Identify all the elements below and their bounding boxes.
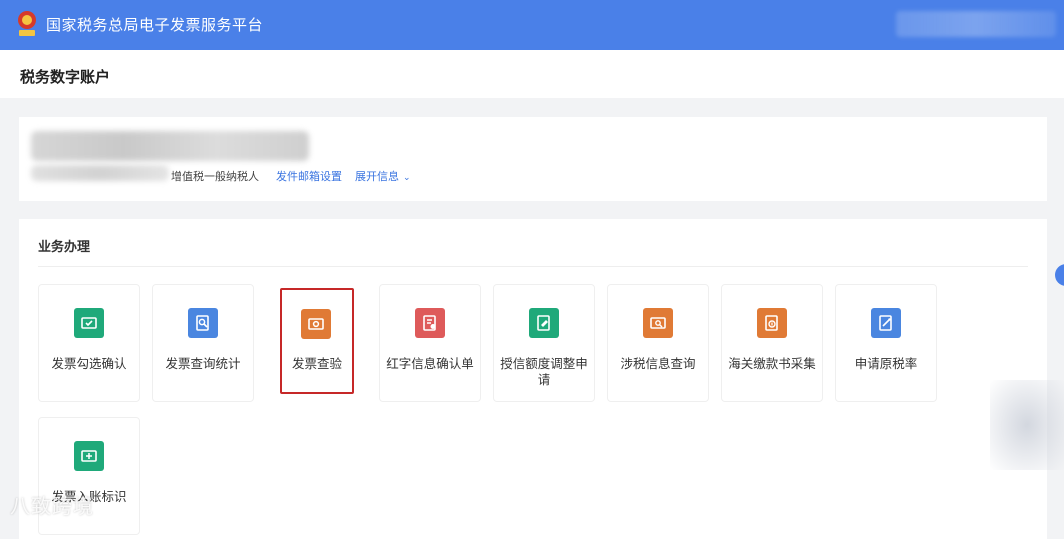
- account-info-card: 增值税一般纳税人 发件邮箱设置 展开信息 ⌄: [19, 117, 1047, 201]
- ticket-check-icon: [74, 308, 104, 338]
- original-rate-icon: [871, 308, 901, 338]
- expand-info-link[interactable]: 展开信息 ⌄: [355, 168, 411, 184]
- tax-info-search-icon: [643, 308, 673, 338]
- top-header-bar: 国家税务总局电子发票服务平台: [0, 0, 1064, 50]
- email-setting-link[interactable]: 发件邮箱设置: [276, 168, 342, 184]
- side-float-button[interactable]: [1055, 264, 1064, 286]
- section-title: 业务办理: [38, 240, 91, 255]
- tile-invoice-query-stats[interactable]: 发票查询统计: [152, 284, 254, 402]
- tile-label: 涉税信息查询: [620, 356, 696, 371]
- company-name-redacted: [31, 131, 309, 161]
- document-search-icon: [188, 308, 218, 338]
- tile-credit-adjust[interactable]: 授信额度调整申请: [493, 284, 595, 402]
- customs-payment-icon: [757, 308, 787, 338]
- invoice-entry-mark-icon: [74, 441, 104, 471]
- national-tax-emblem-icon: [18, 11, 36, 36]
- page-title: 税务数字账户: [20, 68, 111, 86]
- tile-label: 红字信息确认单: [386, 356, 474, 371]
- screen-glare: [990, 380, 1064, 470]
- tile-red-letter-confirm[interactable]: 红字信息确认单: [379, 284, 481, 402]
- tax-id-redacted: [31, 165, 169, 181]
- business-panel: 业务办理 发票勾选确认 发票查询统计 发票查验 红字信息确认单 授信额度调整申请: [19, 219, 1047, 539]
- tile-original-tax-rate[interactable]: 申请原税率: [835, 284, 937, 402]
- tile-label: 申请原税率: [854, 356, 918, 371]
- expand-info-label: 展开信息: [355, 170, 399, 183]
- tile-label: 发票查询统计: [165, 356, 241, 371]
- tile-invoice-verify[interactable]: 发票查验: [280, 288, 354, 394]
- taxpayer-type: 增值税一般纳税人: [171, 170, 259, 183]
- watermark-text: 八致跨境: [10, 494, 94, 518]
- invoice-verify-icon: [301, 309, 331, 339]
- chevron-down-icon: ⌄: [403, 173, 411, 183]
- page-header: 税务数字账户: [0, 50, 1064, 98]
- platform-title: 国家税务总局电子发票服务平台: [46, 16, 264, 34]
- tile-invoice-selection-confirm[interactable]: 发票勾选确认: [38, 284, 140, 402]
- tile-tax-info-query[interactable]: 涉税信息查询: [607, 284, 709, 402]
- section-divider: [38, 266, 1028, 267]
- tile-label: 发票查验: [291, 356, 342, 371]
- credit-adjust-icon: [529, 308, 559, 338]
- tile-label: 发票勾选确认: [51, 356, 127, 371]
- tile-label: 授信额度调整申请: [500, 356, 588, 387]
- tile-customs-payment[interactable]: 海关缴款书采集: [721, 284, 823, 402]
- user-info-area[interactable]: [896, 11, 1056, 37]
- red-letter-form-icon: [415, 308, 445, 338]
- tile-label: 海关缴款书采集: [728, 356, 816, 371]
